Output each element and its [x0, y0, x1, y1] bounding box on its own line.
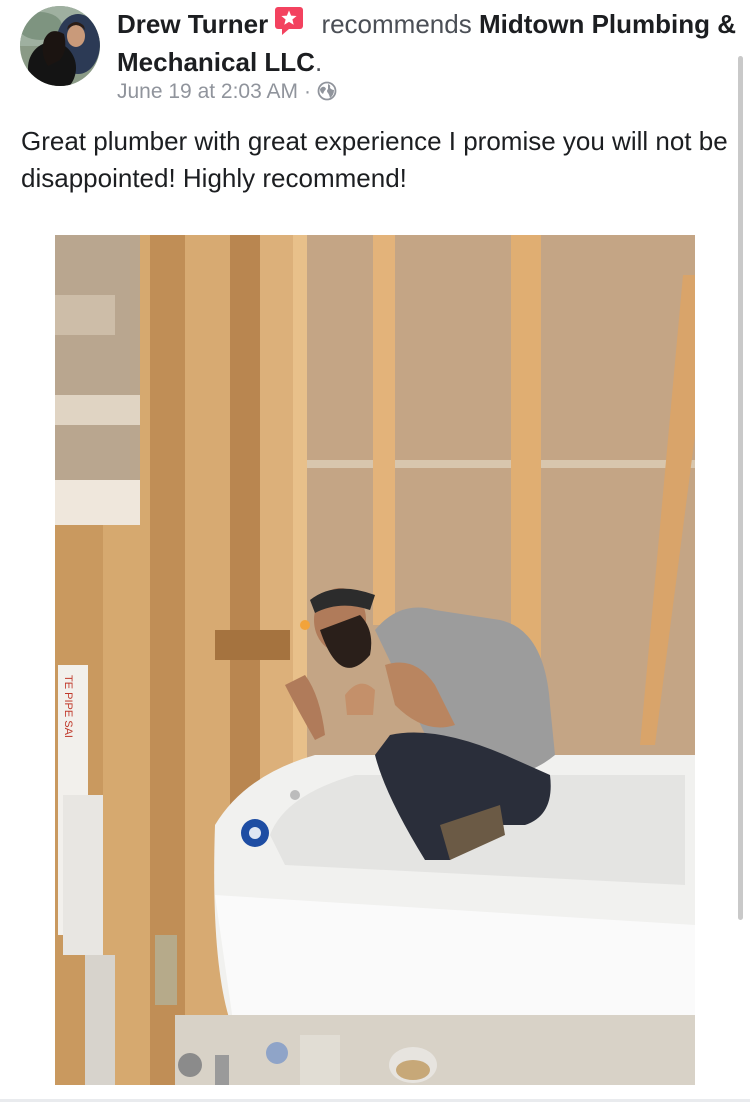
- post-timestamp[interactable]: June 19 at 2:03 AM: [117, 80, 298, 103]
- post-meta: June 19 at 2:03 AM ·: [117, 78, 337, 109]
- author-avatar[interactable]: [20, 6, 100, 86]
- post-photo[interactable]: TE PIPE SAI: [55, 235, 695, 1085]
- globe-icon[interactable]: [317, 81, 337, 109]
- post-body-text: Great plumber with great experience I pr…: [21, 126, 728, 193]
- meta-separator: ·: [303, 80, 311, 103]
- author-name[interactable]: Drew Turner: [117, 9, 268, 39]
- recommends-text: recommends: [314, 9, 479, 39]
- pipe-label-text: TE PIPE SAI: [62, 675, 74, 738]
- scrollbar[interactable]: [738, 56, 743, 920]
- header-period: .: [314, 47, 323, 77]
- recommendation-post: Drew Turner recommends Midtown Plumbing …: [0, 0, 750, 1102]
- post-header: Drew Turner recommends Midtown Plumbing …: [117, 6, 737, 80]
- recommend-star-icon: [274, 6, 304, 45]
